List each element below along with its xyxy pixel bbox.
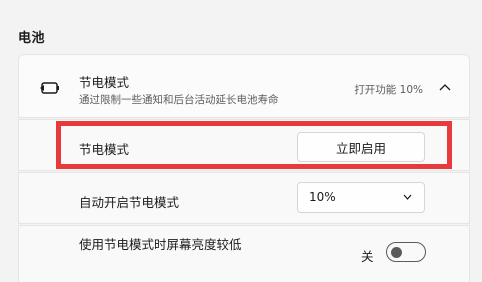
auto-on-value: 10% <box>309 190 336 204</box>
saver-now-row: 节电模式 立即启用 <box>18 119 470 171</box>
battery-saver-subtitle: 通过限制一些通知和后台活动延长电池寿命 <box>79 94 279 106</box>
battery-saver-icon <box>40 82 59 94</box>
toggle-knob <box>391 246 402 258</box>
brightness-row: 使用节电模式时屏幕亮度较低 关 <box>18 225 470 282</box>
toggle-state-label: 关 <box>361 249 374 264</box>
brightness-label: 使用节电模式时屏幕亮度较低 <box>79 237 242 252</box>
auto-on-label: 自动开启节电模式 <box>79 195 180 210</box>
auto-on-dropdown[interactable]: 10% <box>297 182 425 213</box>
section-title: 电池 <box>18 31 46 46</box>
battery-saver-header[interactable]: 节电模式 通过限制一些通知和后台活动延长电池寿命 打开功能 10% <box>18 54 470 118</box>
turn-on-now-button[interactable]: 立即启用 <box>297 132 425 162</box>
saver-now-label: 节电模式 <box>79 142 130 157</box>
battery-saver-title: 节电模式 <box>79 75 130 90</box>
chevron-down-icon <box>403 194 412 200</box>
brightness-toggle[interactable] <box>386 242 426 262</box>
chevron-up-icon[interactable] <box>439 82 451 92</box>
auto-on-row: 自动开启节电模式 10% <box>18 172 470 224</box>
battery-saver-status: 打开功能 10% <box>354 84 423 96</box>
